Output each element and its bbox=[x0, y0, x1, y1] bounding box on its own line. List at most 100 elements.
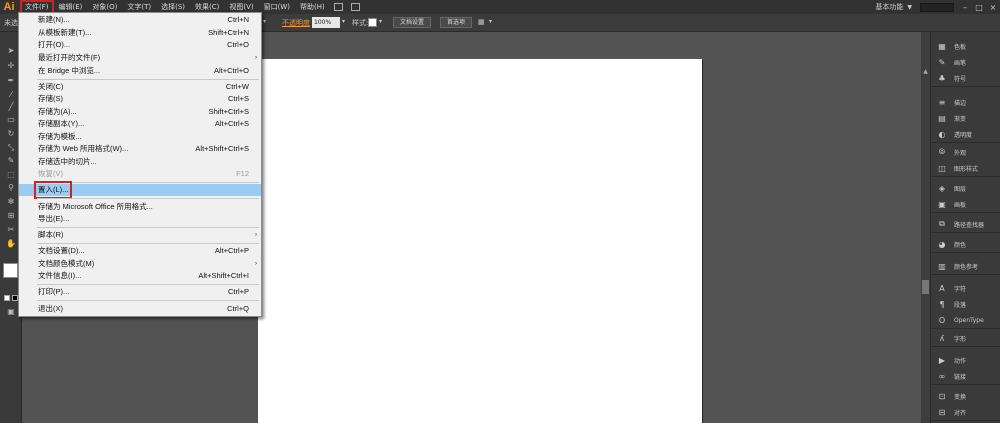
opacity-link[interactable]: 不透明度 bbox=[282, 18, 310, 28]
actions-icon: ▶ bbox=[938, 355, 946, 365]
menu-window[interactable]: 窗口(W) bbox=[259, 0, 295, 14]
search-input[interactable] bbox=[920, 2, 954, 12]
chevron-down-icon[interactable]: ▾ bbox=[489, 18, 492, 25]
panel-opentype[interactable]: O OpenType bbox=[931, 312, 1000, 328]
menu-separator bbox=[37, 284, 259, 285]
panel-transform[interactable]: ⊡ 变换 bbox=[931, 388, 1000, 404]
panel-swatches[interactable]: ▦ 色板 bbox=[931, 38, 1000, 54]
menu-item-close[interactable]: 关闭(C) Ctrl+W bbox=[19, 81, 261, 93]
panel-links[interactable]: ∞ 链接 bbox=[931, 368, 1000, 384]
panel-align[interactable]: ⊟ 对齐 bbox=[931, 404, 1000, 420]
scroll-up-icon[interactable]: ▲ bbox=[922, 68, 929, 75]
graphic-style-swatch[interactable] bbox=[368, 18, 377, 27]
chevron-down-icon[interactable]: ▾ bbox=[342, 18, 345, 25]
panel-layers[interactable]: ◈ 图层 bbox=[931, 180, 1000, 196]
menu-item-print[interactable]: 打印(P)... Ctrl+P bbox=[19, 286, 261, 298]
panel-color[interactable]: ◕ 颜色 bbox=[931, 236, 1000, 252]
panel-transparency[interactable]: ◐ 透明度 bbox=[931, 126, 1000, 142]
layers-icon: ◈ bbox=[938, 183, 946, 193]
bridge-icon[interactable] bbox=[333, 3, 343, 11]
pen-tool-icon[interactable]: ✒ bbox=[5, 76, 17, 86]
menu-item-document-setup[interactable]: 文档设置(D)... Alt+Ctrl+P bbox=[19, 245, 261, 257]
workspace-dropdown-icon[interactable]: ▼ bbox=[907, 4, 912, 11]
style-label: 样式: bbox=[352, 19, 369, 27]
panel-paragraph[interactable]: ¶ 段落 bbox=[931, 296, 1000, 312]
menu-item-open[interactable]: 打开(O)... Ctrl+O bbox=[19, 39, 261, 51]
menu-item-place[interactable]: 置入(L)... bbox=[19, 181, 261, 199]
document-setup-button[interactable]: 文档设置 bbox=[393, 17, 431, 28]
transform-icon: ⊡ bbox=[938, 391, 946, 401]
menu-item-file-info[interactable]: 文件信息(I)... Alt+Shift+Ctrl+I bbox=[19, 270, 261, 282]
menu-separator bbox=[37, 198, 259, 199]
panel-glyphs[interactable]: ʎ 字形 bbox=[931, 330, 1000, 346]
menu-item-save-as[interactable]: 存储为(A)... Shift+Ctrl+S bbox=[19, 106, 261, 118]
menu-item-save-copy[interactable]: 存储副本(Y)... Alt+Ctrl+S bbox=[19, 118, 261, 130]
panel-stroke[interactable]: ≡ 描边 bbox=[931, 94, 1000, 110]
menu-item-revert: 恢复(V) F12 bbox=[38, 169, 249, 178]
artboard[interactable] bbox=[258, 59, 702, 423]
rotate-tool-icon[interactable]: ↻ bbox=[5, 129, 17, 139]
menu-item-save-selected-slices[interactable]: 存储选中的切片... bbox=[19, 156, 261, 168]
menu-help[interactable]: 帮助(H) bbox=[295, 0, 330, 14]
vertical-scrollbar[interactable]: ▲ bbox=[921, 32, 930, 423]
menu-item-open-recent[interactable]: 最近打开的文件(F) › bbox=[19, 52, 261, 64]
rectangle-tool-icon[interactable]: ▭ bbox=[5, 115, 17, 125]
brush-icon: ✎ bbox=[938, 57, 946, 67]
appearance-icon: ⦾ bbox=[938, 147, 946, 156]
panel-artboards[interactable]: ▣ 画板 bbox=[931, 196, 1000, 212]
panel-brushes[interactable]: ✎ 画笔 bbox=[931, 54, 1000, 70]
menu-item-export[interactable]: 导出(E)... bbox=[19, 213, 261, 225]
direct-selection-tool-icon[interactable]: ✢ bbox=[5, 61, 17, 71]
character-icon: A bbox=[939, 283, 945, 293]
swatches-icon: ▦ bbox=[938, 41, 946, 51]
scale-tool-icon[interactable]: ⤡ bbox=[5, 143, 17, 153]
menu-item-scripts[interactable]: 脚本(R) › bbox=[19, 229, 261, 241]
slice-tool-icon[interactable]: ✂ bbox=[5, 225, 17, 235]
menu-item-save-as-template[interactable]: 存储为模板... bbox=[19, 131, 261, 143]
menu-item-new-from-template[interactable]: 从模板新建(T)... Shift+Ctrl+N bbox=[19, 27, 261, 39]
default-fill-icon[interactable] bbox=[4, 295, 10, 301]
panel-gradient[interactable]: ▤ 渐变 bbox=[931, 110, 1000, 126]
menu-item-document-color-mode[interactable]: 文档颜色模式(M) › bbox=[19, 258, 261, 270]
artboard-tool-icon[interactable]: ⊞ bbox=[5, 211, 17, 221]
workspace-switcher[interactable]: 基本功能 bbox=[875, 2, 903, 12]
fill-color-swatch[interactable] bbox=[3, 263, 18, 278]
menu-item-new[interactable]: 新建(N)... Ctrl+N bbox=[19, 14, 261, 26]
scrollbar-thumb[interactable] bbox=[922, 280, 929, 294]
menu-item-browse-bridge[interactable]: 在 Bridge 中浏览... Alt+Ctrl+O bbox=[19, 65, 261, 77]
selection-tool-icon[interactable]: ➤ bbox=[5, 46, 17, 56]
preferences-button[interactable]: 首选项 bbox=[440, 17, 472, 28]
symbol-sprayer-tool-icon[interactable]: ✻ bbox=[5, 197, 17, 207]
type-tool-icon[interactable]: ⁄ bbox=[5, 90, 17, 100]
close-button[interactable]: × bbox=[986, 3, 1000, 12]
color-guide-icon: ▥ bbox=[938, 261, 946, 271]
glyphs-icon: ʎ bbox=[939, 333, 945, 343]
panel-pathfinder[interactable]: ⧉ 路径查找器 bbox=[931, 216, 1000, 232]
screen-mode-icon[interactable]: ▣ bbox=[5, 307, 17, 317]
panel-graphic-styles[interactable]: ◫ 图形样式 bbox=[931, 160, 1000, 176]
pathfinder-icon: ⧉ bbox=[939, 219, 945, 228]
line-tool-icon[interactable]: ╱ bbox=[5, 102, 17, 112]
submenu-arrow-icon: › bbox=[255, 261, 257, 267]
eyedropper-tool-icon[interactable]: ⚲ bbox=[5, 183, 17, 193]
panel-character[interactable]: A 字符 bbox=[931, 280, 1000, 296]
opacity-field[interactable]: 100% bbox=[312, 17, 340, 28]
panel-actions[interactable]: ▶ 动作 bbox=[931, 352, 1000, 368]
arrange-icon[interactable]: ▦ bbox=[478, 18, 485, 26]
restore-button[interactable]: □ bbox=[972, 3, 986, 12]
menu-item-exit[interactable]: 退出(X) Ctrl+Q bbox=[19, 303, 261, 315]
menu-item-save[interactable]: 存储(S) Ctrl+S bbox=[19, 93, 261, 105]
menu-item-save-for-web[interactable]: 存储为 Web 所用格式(W)... Alt+Shift+Ctrl+S bbox=[19, 143, 261, 155]
menu-item-save-for-office[interactable]: 存储为 Microsoft Office 所用格式... bbox=[19, 201, 261, 213]
warp-tool-icon[interactable]: ✎ bbox=[5, 156, 17, 166]
panel-symbols[interactable]: ♣ 符号 bbox=[931, 70, 1000, 86]
arrange-documents-icon[interactable] bbox=[350, 3, 360, 11]
panel-color-guide[interactable]: ▥ 颜色参考 bbox=[931, 258, 1000, 274]
hand-tool-icon[interactable]: ✋ bbox=[5, 239, 17, 249]
chevron-down-icon[interactable]: ▾ bbox=[263, 18, 266, 25]
minimize-button[interactable]: – bbox=[958, 3, 972, 12]
panel-appearance[interactable]: ⦾ 外观 bbox=[931, 144, 1000, 160]
free-transform-tool-icon[interactable]: ⬚ bbox=[5, 170, 17, 180]
chevron-down-icon[interactable]: ▾ bbox=[379, 18, 382, 25]
graphic-styles-icon: ◫ bbox=[938, 163, 946, 173]
